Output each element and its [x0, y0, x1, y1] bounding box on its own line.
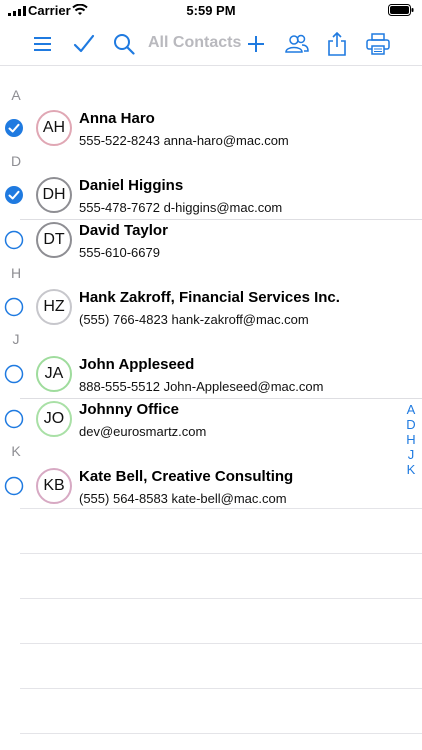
empty-row-divider — [20, 598, 422, 599]
toolbar-title[interactable]: All Contacts — [148, 34, 241, 52]
section-header-a: A — [11, 87, 21, 103]
contact-name: Kate Bell, Creative Consulting — [79, 468, 294, 485]
empty-row-divider — [20, 553, 422, 554]
contact-name: David Taylor — [79, 222, 168, 239]
index-letter[interactable]: H — [406, 432, 415, 447]
unchecked-circle-icon[interactable] — [4, 364, 24, 384]
avatar: DH — [36, 177, 72, 213]
contact-detail: (555) 766-4823 hank-zakroff@mac.com — [79, 312, 309, 327]
clock: 5:59 PM — [186, 3, 236, 18]
status-bar: Carrier 5:59 PM — [0, 0, 422, 22]
hamburger-icon — [34, 37, 51, 51]
index-letter[interactable]: A — [407, 402, 416, 417]
index-letter[interactable]: J — [408, 447, 415, 462]
index-letter[interactable]: K — [407, 462, 416, 477]
empty-row-divider — [20, 688, 422, 689]
unchecked-circle-icon[interactable] — [4, 409, 24, 429]
print-button[interactable] — [365, 32, 391, 56]
index-letter[interactable]: D — [406, 417, 415, 432]
plus-icon — [248, 36, 264, 52]
unchecked-circle-icon[interactable] — [4, 297, 24, 317]
battery-icon — [388, 4, 414, 16]
contact-row[interactable]: JO Johnny Office dev@eurosmartz.com — [0, 393, 422, 449]
printer-icon — [366, 33, 390, 55]
contact-detail: dev@eurosmartz.com — [79, 424, 207, 439]
contact-detail: 555-610-6679 — [79, 245, 160, 260]
avatar: JO — [36, 401, 72, 437]
avatar: DT — [36, 222, 72, 258]
add-contact-button[interactable] — [243, 32, 269, 56]
group-icon — [285, 34, 309, 53]
menu-button[interactable] — [30, 32, 56, 56]
avatar: AH — [36, 110, 72, 146]
contact-name: Daniel Higgins — [79, 177, 184, 194]
share-button[interactable] — [324, 32, 350, 56]
contact-row[interactable]: AH Anna Haro 555-522-8243 anna-haro@mac.co… — [0, 102, 422, 158]
contact-detail: 555-478-7672 d-higgins@mac.com — [79, 200, 283, 215]
search-button[interactable] — [111, 32, 137, 56]
avatar: HZ — [36, 289, 72, 325]
checked-circle-icon[interactable] — [4, 118, 24, 138]
section-index[interactable]: A D H J K — [404, 402, 418, 477]
unchecked-circle-icon[interactable] — [4, 230, 24, 250]
avatar: JA — [36, 356, 72, 392]
contact-row[interactable]: HZ Hank Zakroff, Financial Services Inc. (… — [0, 281, 422, 337]
search-icon — [114, 34, 135, 55]
checkmark-icon — [73, 34, 95, 53]
contact-name: Anna Haro — [79, 110, 155, 127]
toolbar: All Contacts — [0, 24, 422, 64]
checked-circle-icon[interactable] — [4, 185, 24, 205]
groups-button[interactable] — [284, 32, 310, 56]
contact-name: Johnny Office — [79, 401, 180, 418]
contact-detail: 555-522-8243 anna-haro@mac.com — [79, 133, 289, 148]
contact-name: Hank Zakroff, Financial Services Inc. — [79, 289, 340, 306]
empty-row-divider — [20, 643, 422, 644]
unchecked-circle-icon[interactable] — [4, 476, 24, 496]
contact-detail: 888-555-5512 John-Appleseed@mac.com — [79, 379, 324, 394]
avatar: KB — [36, 468, 72, 504]
contact-detail: (555) 564-8583 kate-bell@mac.com — [79, 491, 287, 506]
empty-row-divider — [20, 733, 422, 734]
contact-row[interactable]: DT David Taylor 555-610-6679 — [0, 214, 422, 270]
select-button[interactable] — [71, 32, 97, 56]
share-icon — [328, 32, 346, 56]
toolbar-divider — [0, 65, 422, 66]
contact-name: John Appleseed — [79, 356, 195, 373]
empty-row-divider — [20, 508, 422, 509]
